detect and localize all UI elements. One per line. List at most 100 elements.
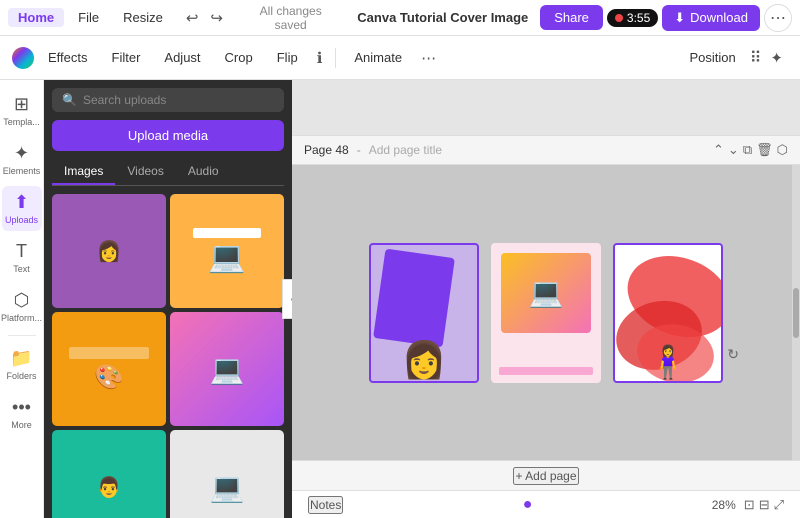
upload-panel: 🔍 Upload media Images Videos Audio 👩 💻 🎨… bbox=[44, 80, 292, 518]
color-swatch[interactable] bbox=[12, 47, 34, 69]
list-item[interactable]: 🎨 bbox=[52, 312, 166, 426]
sidebar-item-more[interactable]: ••• More bbox=[2, 391, 42, 436]
tab-images[interactable]: Images bbox=[52, 159, 115, 185]
upload-media-button[interactable]: Upload media bbox=[52, 120, 284, 151]
download-button[interactable]: ⬇ Download bbox=[662, 5, 760, 31]
canvas-thumb-3[interactable]: 🧍‍♀️ bbox=[613, 243, 723, 383]
delete-page-icon[interactable]: 🗑 bbox=[756, 142, 773, 158]
platform-icon: ⬡ bbox=[14, 290, 30, 311]
tool-divider bbox=[335, 48, 336, 68]
status-bar: Notes ● 28% ⊡ ⊟ ⤢ bbox=[292, 490, 800, 518]
page-label: Page 48 bbox=[304, 143, 349, 157]
redo-button[interactable]: ↪ bbox=[205, 6, 228, 30]
canvas-top-space bbox=[292, 80, 800, 135]
top-bar: Home File Resize ↩ ↪ All changes saved C… bbox=[0, 0, 800, 36]
sidebar-item-platform[interactable]: ⬡ Platform... bbox=[2, 284, 42, 329]
list-item[interactable]: 👨 bbox=[52, 430, 166, 518]
templates-label: Templa... bbox=[3, 117, 40, 127]
expand-page-icon[interactable]: ⬡ bbox=[777, 142, 788, 158]
flip-button[interactable]: Flip bbox=[267, 46, 308, 69]
download-label: Download bbox=[690, 10, 748, 25]
tab-audio[interactable]: Audio bbox=[176, 159, 231, 185]
fit-screen-button[interactable]: ⊡ bbox=[744, 497, 755, 513]
elements-label: Elements bbox=[3, 166, 41, 176]
canvas-content: 👩 💻 🧍‍♀️ ↻ bbox=[292, 165, 800, 460]
canvas-thumb-2[interactable]: 💻 bbox=[491, 243, 601, 383]
animate-button[interactable]: Animate bbox=[344, 46, 412, 69]
list-item[interactable]: 💻 bbox=[170, 194, 284, 308]
more-tool-options[interactable]: ⋯ bbox=[416, 46, 441, 70]
sidebar-item-folders[interactable]: 📁 Folders bbox=[2, 342, 42, 387]
folders-label: Folders bbox=[6, 371, 36, 381]
search-bar[interactable]: 🔍 bbox=[52, 88, 284, 112]
resize-button[interactable]: Resize bbox=[113, 8, 173, 27]
fullscreen-button[interactable]: ⤢ bbox=[774, 497, 784, 513]
sidebar-item-templates[interactable]: ⊞ Templa... bbox=[2, 88, 42, 133]
list-item[interactable]: 💻 bbox=[170, 430, 284, 518]
left-sidebar: ⊞ Templa... ✦ Elements ⬆ Uploads T Text … bbox=[0, 80, 44, 518]
page-indicator: ● bbox=[523, 496, 533, 514]
autosave-status: All changes saved bbox=[244, 4, 337, 32]
add-page-bar: + Add page bbox=[292, 460, 800, 490]
media-tabs: Images Videos Audio bbox=[52, 159, 284, 186]
timer-value: 3:55 bbox=[627, 11, 650, 25]
folders-icon: 📁 bbox=[10, 348, 32, 369]
add-page-button[interactable]: + Add page bbox=[513, 467, 578, 485]
tool-bar: Effects Filter Adjust Crop Flip ℹ Animat… bbox=[0, 36, 800, 80]
search-input[interactable] bbox=[83, 93, 274, 107]
file-button[interactable]: File bbox=[68, 8, 109, 27]
home-button[interactable]: Home bbox=[8, 8, 64, 27]
page-dot-active[interactable]: ● bbox=[523, 496, 533, 514]
list-item[interactable]: 👩 bbox=[52, 194, 166, 308]
timer-display: 3:55 bbox=[607, 9, 658, 27]
chevron-down-icon[interactable]: ⌄ bbox=[728, 142, 739, 158]
templates-icon: ⊞ bbox=[14, 94, 29, 115]
main-layout: ⊞ Templa... ✦ Elements ⬆ Uploads T Text … bbox=[0, 80, 800, 518]
chevron-up-icon[interactable]: ⌃ bbox=[713, 142, 724, 158]
share-button[interactable]: Share bbox=[540, 5, 603, 30]
zoom-out-button[interactable]: ⊟ bbox=[759, 497, 770, 513]
crop-button[interactable]: Crop bbox=[215, 46, 263, 69]
grid-icon[interactable]: ⠿ bbox=[750, 48, 762, 68]
page-separator: - bbox=[357, 143, 361, 157]
panel-collapse-button[interactable]: ‹ bbox=[282, 279, 292, 319]
notes-button[interactable]: Notes bbox=[308, 496, 343, 514]
position-button[interactable]: Position bbox=[679, 46, 745, 69]
copy-page-icon[interactable]: ⧉ bbox=[743, 142, 752, 158]
uploads-icon: ⬆ bbox=[14, 192, 29, 213]
sidebar-item-uploads[interactable]: ⬆ Uploads bbox=[2, 186, 42, 231]
rotate-handle[interactable]: ↻ bbox=[727, 346, 739, 363]
scroll-thumb bbox=[793, 288, 799, 338]
sidebar-item-text[interactable]: T Text bbox=[2, 235, 42, 280]
canvas-thumb-1[interactable]: 👩 bbox=[369, 243, 479, 383]
search-icon: 🔍 bbox=[62, 93, 77, 107]
uploads-label: Uploads bbox=[5, 215, 38, 225]
tab-videos[interactable]: Videos bbox=[115, 159, 175, 185]
page-strip: Page 48 - Add page title ⌃ ⌄ ⧉ 🗑 ⬡ bbox=[292, 135, 800, 165]
zoom-level: 28% bbox=[712, 498, 736, 512]
magic-icon[interactable]: ✦ bbox=[765, 46, 788, 70]
more-options-button[interactable]: ⋯ bbox=[764, 4, 792, 32]
record-dot bbox=[615, 14, 623, 22]
list-item[interactable]: 💻 bbox=[170, 312, 284, 426]
page-strip-icons: ⌃ ⌄ ⧉ 🗑 ⬡ bbox=[713, 142, 788, 158]
canvas-area: Page 48 - Add page title ⌃ ⌄ ⧉ 🗑 ⬡ 👩 bbox=[292, 80, 800, 518]
adjust-button[interactable]: Adjust bbox=[154, 46, 210, 69]
page-title-placeholder[interactable]: Add page title bbox=[369, 143, 442, 157]
text-label: Text bbox=[13, 264, 30, 274]
sidebar-separator bbox=[8, 335, 36, 336]
undo-button[interactable]: ↩ bbox=[181, 6, 204, 30]
text-icon: T bbox=[16, 241, 27, 262]
filter-button[interactable]: Filter bbox=[102, 46, 151, 69]
download-icon: ⬇ bbox=[674, 10, 685, 26]
sidebar-item-elements[interactable]: ✦ Elements bbox=[2, 137, 42, 182]
image-grid: 👩 💻 🎨 💻 👨 💻 👩 🌈 ✏️ 📱 💡 🌊 bbox=[52, 194, 284, 518]
effects-button[interactable]: Effects bbox=[38, 46, 98, 69]
info-icon[interactable]: ℹ bbox=[312, 46, 328, 70]
project-title: Canva Tutorial Cover Image bbox=[349, 10, 536, 25]
zoom-controls: ⊡ ⊟ ⤢ bbox=[744, 497, 784, 513]
right-scrollbar[interactable] bbox=[792, 165, 800, 460]
more-icon: ••• bbox=[12, 397, 31, 418]
more-label: More bbox=[11, 420, 32, 430]
elements-icon: ✦ bbox=[14, 143, 29, 164]
